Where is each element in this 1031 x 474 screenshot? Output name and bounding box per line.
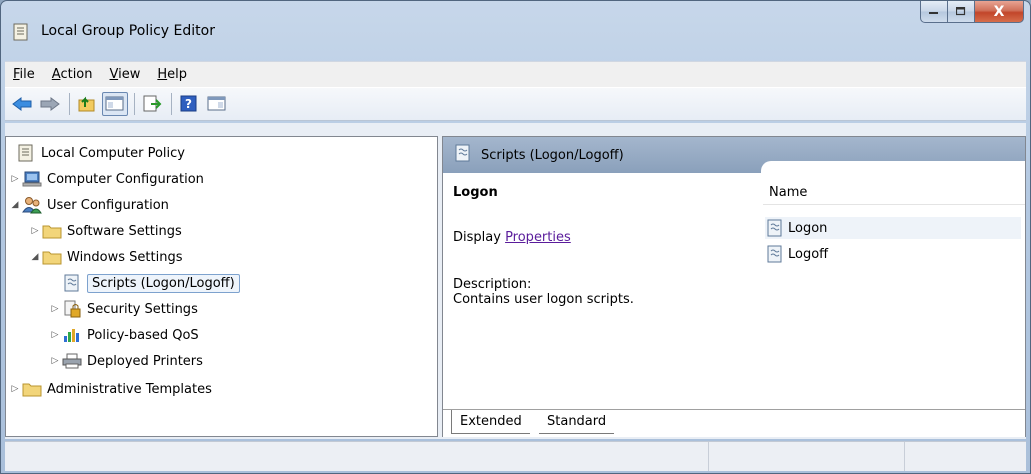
policy-document-icon [16,144,36,162]
tree-item-label: Policy-based QoS [87,327,199,343]
tree-item-local-computer-policy[interactable]: Local Computer Policy [16,141,185,165]
security-lock-icon [62,300,82,318]
menu-file[interactable]: File [13,67,35,82]
tree-item-label: User Configuration [47,197,169,213]
menu-help[interactable]: Help [157,67,187,82]
minimize-icon [929,11,938,14]
export-list-icon [143,95,162,112]
expand-arrow-icon[interactable]: ▷ [8,384,22,394]
details-header-title: Scripts (Logon/Logoff) [481,147,624,163]
properties-button[interactable] [204,92,230,116]
extended-title: Logon [453,185,498,200]
display-label: Display [453,230,501,245]
tree-item-label: Security Settings [87,301,198,317]
folder-icon [22,380,42,398]
forward-arrow-icon [40,97,60,111]
folder-open-icon [42,248,62,266]
tree-item-windows-settings[interactable]: ◢ Windows Settings [28,245,182,269]
display-properties-row: Display Properties [453,230,761,245]
forward-button[interactable] [37,92,63,116]
expand-arrow-icon[interactable]: ▷ [48,330,62,340]
back-arrow-icon [12,97,32,111]
tree-item-label: Local Computer Policy [41,145,185,161]
status-cell [905,442,1023,471]
script-icon [62,274,82,292]
main-window: Local Group Policy Editor X File Action … [0,0,1031,474]
properties-icon [207,96,226,111]
list-item-label: Logon [788,220,828,236]
toolbar-separator [171,93,172,115]
tree-item-scripts[interactable]: Scripts (Logon/Logoff) [62,271,240,295]
title-bar[interactable]: Local Group Policy Editor X [1,1,1030,53]
expand-arrow-icon[interactable]: ▷ [48,356,62,366]
description-label: Description: [453,277,532,292]
scripts-list: Name Logon Logoff [761,161,1025,409]
up-folder-icon [78,96,95,112]
collapse-arrow-icon[interactable]: ◢ [8,200,22,210]
export-list-button[interactable] [139,92,165,116]
details-pane: Scripts (Logon/Logoff) Logon Display Pro… [442,136,1026,437]
list-item-label: Logoff [788,246,829,262]
tree-item-label: Computer Configuration [47,171,204,187]
tree-item-policy-based-qos[interactable]: ▷ Policy-based QoS [48,323,199,347]
menu-view[interactable]: View [110,67,141,82]
menu-bar: File Action View Help [5,61,1026,87]
tree-item-computer-configuration[interactable]: ▷ Computer Configuration [8,167,204,191]
help-button[interactable]: ? [176,92,202,116]
tree-item-label: Deployed Printers [87,353,203,369]
status-bar [5,441,1026,471]
console-tree: Local Computer Policy ▷ Computer Configu… [5,136,438,437]
tree-item-administrative-templates[interactable]: ▷ Administrative Templates [8,377,212,401]
menu-action[interactable]: Action [52,67,93,82]
help-icon: ? [180,95,197,112]
show-hide-tree-icon [105,96,124,111]
tree-item-label: Software Settings [67,223,182,239]
tab-extended[interactable]: Extended [451,410,530,434]
tree-item-user-configuration[interactable]: ◢ User Configuration [8,193,169,217]
tree-item-software-settings[interactable]: ▷ Software Settings [28,219,182,243]
list-item-logon[interactable]: Logon [765,217,1021,239]
computer-icon [22,170,42,188]
up-one-level-button[interactable] [74,92,100,116]
svg-text:?: ? [185,97,192,111]
tree-item-deployed-printers[interactable]: ▷ Deployed Printers [48,349,203,373]
tree-item-label: Windows Settings [67,249,183,265]
script-icon [765,245,785,263]
toolbar: ? [5,87,1026,121]
expand-arrow-icon[interactable]: ▷ [48,304,62,314]
extended-description: Logon Display Properties Description: Co… [443,173,761,408]
script-icon [455,144,471,166]
minimize-button[interactable] [920,1,948,23]
back-button[interactable] [9,92,35,116]
close-button[interactable]: X [975,1,1024,23]
folder-icon [42,222,62,240]
script-icon [765,219,785,237]
status-cell [709,442,905,471]
window-title: Local Group Policy Editor [41,23,215,39]
column-header-name[interactable]: Name [763,181,1025,205]
tab-standard[interactable]: Standard [539,410,615,434]
toolbar-separator [69,93,70,115]
close-icon: X [993,3,1005,20]
tree-item-security-settings[interactable]: ▷ Security Settings [48,297,198,321]
tree-item-label: Scripts (Logon/Logoff) [87,273,240,293]
description-text: Contains user logon scripts. [453,292,634,307]
expand-arrow-icon[interactable]: ▷ [28,226,42,236]
maximize-button[interactable] [948,1,975,23]
list-item-logoff[interactable]: Logoff [765,243,828,265]
tree-item-label: Administrative Templates [47,381,212,397]
caption-buttons: X [920,1,1024,23]
properties-link[interactable]: Properties [505,230,571,245]
view-tabs: Extended Standard [443,409,1025,437]
show-hide-tree-button[interactable] [102,92,128,116]
expand-arrow-icon[interactable]: ▷ [8,174,22,184]
collapse-arrow-icon[interactable]: ◢ [28,252,42,262]
bar-chart-icon [62,326,82,344]
app-icon [13,23,29,41]
users-icon [22,196,42,214]
status-cell [5,442,709,471]
printer-icon [62,352,82,370]
maximize-icon [956,7,966,16]
toolbar-separator [134,93,135,115]
